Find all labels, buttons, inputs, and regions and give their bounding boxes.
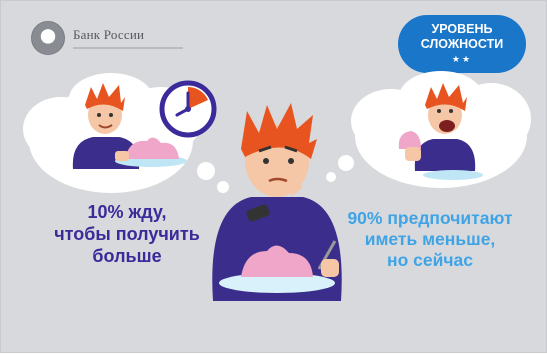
caption-left-line-3: больше xyxy=(92,246,162,266)
caption-left-line-2: чтобы получить xyxy=(54,224,200,244)
caption-right-line-2: иметь меньше, xyxy=(364,229,496,249)
clock-icon xyxy=(159,80,217,138)
caption-waiting-group: 10% жду, чтобы получить больше xyxy=(37,201,217,267)
caption-now-group: 90% предпочитают иметь меньше, но сейчас xyxy=(319,208,541,271)
caption-right-line-1: 90% предпочитают xyxy=(347,208,513,228)
main-boy-thinking xyxy=(212,103,342,301)
illustration-card: Банк России УРОВЕНЬ СЛОЖНОСТИ ★★ 10% жду… xyxy=(0,0,547,353)
caption-right-line-3: но сейчас xyxy=(387,250,473,270)
comic-scene xyxy=(23,71,531,301)
caption-left-line-1: 10% жду, xyxy=(87,202,167,222)
